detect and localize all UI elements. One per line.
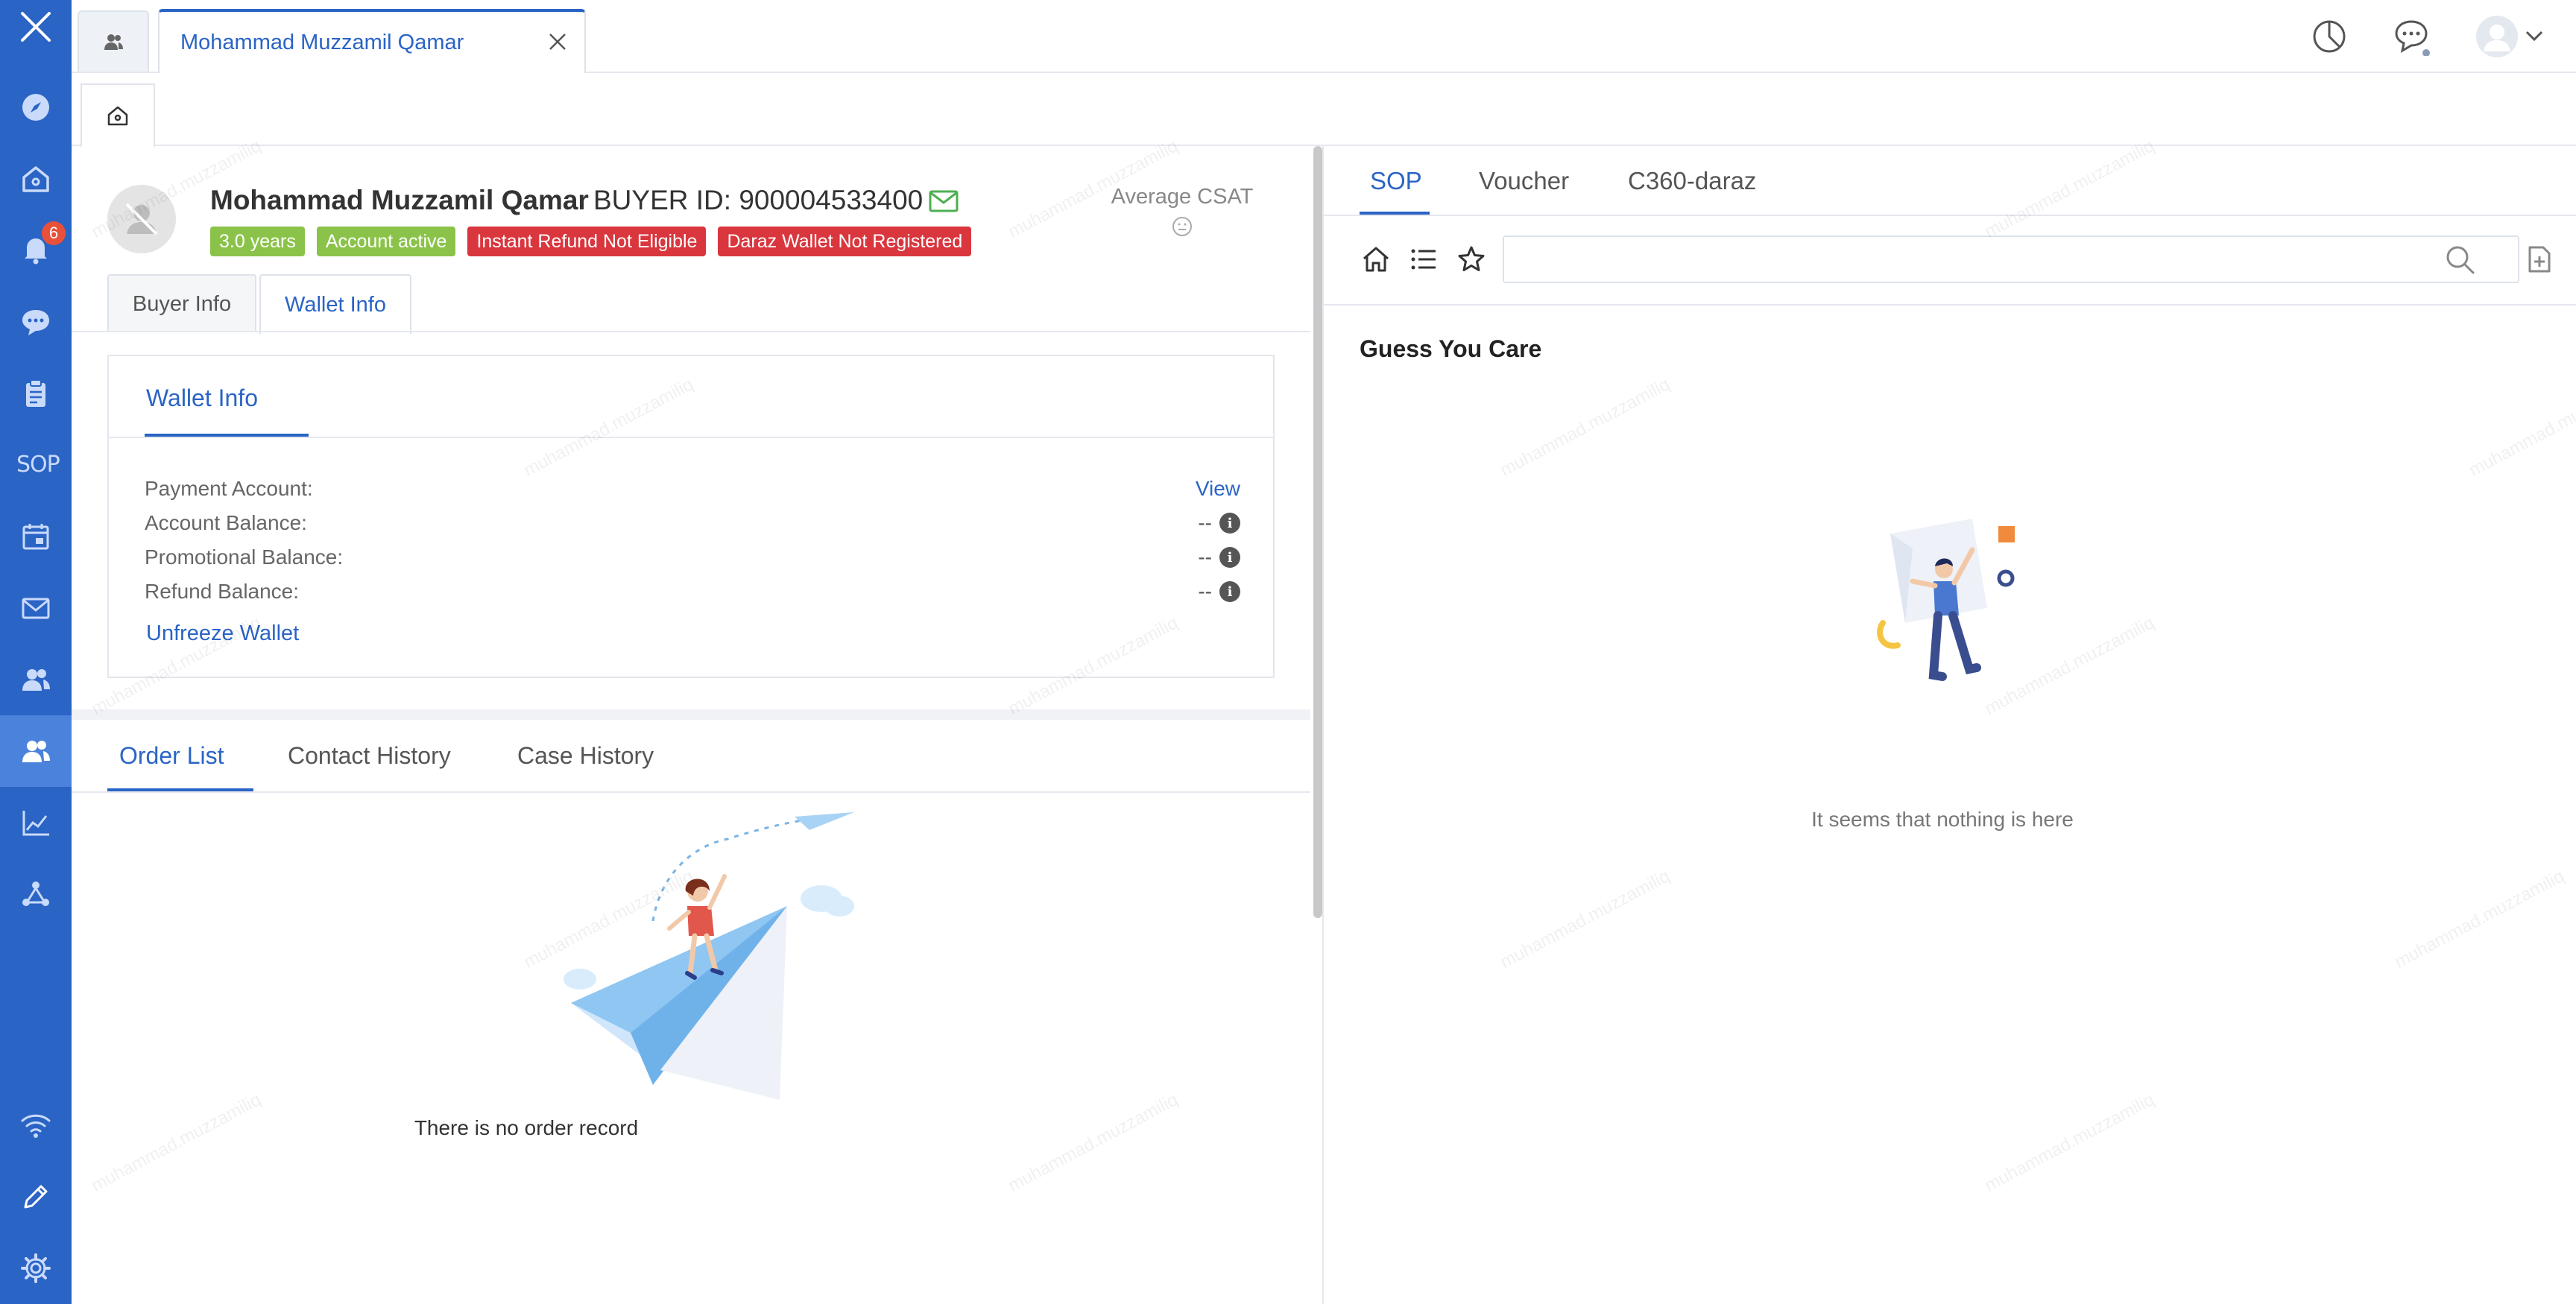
- buyer-id: BUYER ID: 900004533400: [593, 185, 924, 215]
- tab-customer[interactable]: Mohammad Muzzamil Qamar: [158, 9, 586, 73]
- no-avatar-icon: [125, 203, 158, 235]
- tab-contact-history[interactable]: Contact History: [288, 742, 451, 770]
- customer-panel: Mohammad Muzzamil Qamar BUYER ID: 900004…: [72, 146, 1324, 1304]
- chart-line-icon[interactable]: [18, 805, 54, 841]
- contacts-icon: [104, 34, 123, 50]
- payment-account-row: Payment Account: View: [145, 477, 1240, 501]
- info-icon[interactable]: i: [1219, 581, 1240, 602]
- toolbar-divider: [1324, 304, 2576, 306]
- refund-balance-label: Refund Balance:: [145, 580, 300, 603]
- avatar: [107, 185, 176, 253]
- network-icon[interactable]: [18, 876, 54, 912]
- tab-c360-daraz[interactable]: C360-daraz: [1628, 167, 1756, 195]
- info-icon[interactable]: i: [1219, 547, 1240, 568]
- wifi-icon[interactable]: [18, 1107, 54, 1143]
- chat-icon[interactable]: [18, 304, 54, 340]
- gear-icon[interactable]: [18, 1250, 54, 1286]
- tab-wallet-info[interactable]: Wallet Info: [259, 274, 411, 334]
- wallet-divider: [109, 437, 1273, 438]
- payment-account-label: Payment Account:: [145, 477, 313, 500]
- sop-search-input[interactable]: [1503, 235, 2519, 283]
- customer-tags: 3.0 years Account active Instant Refund …: [210, 227, 972, 256]
- tab-divider: [72, 331, 1310, 332]
- payment-account-view-link[interactable]: View: [1196, 477, 1240, 501]
- logo-icon[interactable]: [18, 9, 54, 45]
- wallet-card-title[interactable]: Wallet Info: [146, 384, 258, 412]
- message-icon[interactable]: [2390, 15, 2433, 58]
- user-menu[interactable]: [2475, 15, 2549, 58]
- unfreeze-wallet-link[interactable]: Unfreeze Wallet: [146, 621, 299, 646]
- order-empty-text: There is no order record: [414, 1116, 639, 1139]
- notification-badge: 6: [42, 221, 66, 245]
- knowledge-panel: SOP Voucher C360-daraz Guess You Care It…: [1324, 146, 2576, 1304]
- promotional-balance-value: --: [1198, 545, 1212, 569]
- pencil-icon[interactable]: [18, 1179, 54, 1215]
- close-icon[interactable]: [547, 31, 568, 52]
- home-icon[interactable]: [18, 161, 54, 197]
- guess-you-care-title: Guess You Care: [1360, 335, 1542, 362]
- calendar-icon[interactable]: [18, 519, 54, 554]
- top-bar: Mohammad Muzzamil Qamar: [72, 0, 2576, 73]
- right-tab-divider: [1324, 215, 2576, 216]
- tag-wallet-status: Daraz Wallet Not Registered: [718, 227, 972, 256]
- average-csat: Average CSAT: [1041, 185, 1324, 238]
- info-icon[interactable]: i: [1219, 513, 1240, 534]
- sop-empty-text: It seems that nothing is here: [1811, 808, 2074, 831]
- csat-label: Average CSAT: [1111, 185, 1254, 209]
- paper-plane-illustration: [564, 812, 854, 1100]
- sidebar-sop-label[interactable]: SOP: [16, 452, 60, 478]
- list-icon[interactable]: [1407, 243, 1440, 276]
- pie-chart-icon[interactable]: [2308, 15, 2351, 58]
- tab-customer-label: Mohammad Muzzamil Qamar: [180, 30, 464, 54]
- clipboard-icon[interactable]: [18, 376, 54, 411]
- wallet-card: Wallet Info Payment Account: View Accoun…: [107, 355, 1275, 678]
- new-document-icon[interactable]: [2522, 243, 2555, 276]
- account-balance-row: Account Balance: -- i: [145, 511, 1240, 535]
- left-panel-scrollbar[interactable]: [1313, 146, 1322, 918]
- compass-icon[interactable]: [18, 89, 54, 125]
- tab-contacts[interactable]: [78, 10, 149, 72]
- star-icon[interactable]: [1455, 243, 1488, 276]
- users-icon[interactable]: [18, 662, 54, 697]
- left-nav-sidebar: 6 SOP: [0, 0, 72, 1304]
- tab-case-history[interactable]: Case History: [517, 742, 654, 770]
- tag-refund-eligibility: Instant Refund Not Eligible: [467, 227, 707, 256]
- search-icon[interactable]: [2443, 243, 2476, 276]
- sub-tab-bar: [72, 73, 2576, 148]
- tab-voucher[interactable]: Voucher: [1479, 167, 1569, 195]
- promotional-balance-label: Promotional Balance:: [145, 545, 344, 569]
- account-balance-label: Account Balance:: [145, 511, 307, 534]
- tab-buyer-info[interactable]: Buyer Info: [107, 274, 256, 332]
- workspace-home-tab[interactable]: [80, 83, 155, 148]
- tag-tenure: 3.0 years: [210, 227, 305, 256]
- empty-state-illustration: [1877, 519, 2015, 681]
- customer-icon[interactable]: [0, 715, 72, 787]
- tab-order-list[interactable]: Order List: [119, 742, 224, 770]
- tag-account-status: Account active: [316, 227, 456, 256]
- home-icon: [107, 106, 128, 126]
- section-gap: [72, 709, 1310, 720]
- customer-name: Mohammad Muzzamil Qamar: [210, 185, 589, 215]
- promotional-balance-row: Promotional Balance: -- i: [145, 545, 1240, 569]
- mail-icon[interactable]: [18, 590, 54, 626]
- email-verified-icon[interactable]: [929, 189, 959, 213]
- refund-balance-value: --: [1198, 580, 1212, 603]
- account-balance-value: --: [1198, 511, 1212, 534]
- refund-balance-row: Refund Balance: -- i: [145, 580, 1240, 604]
- neutral-face-icon: [1172, 217, 1192, 236]
- tab-sop[interactable]: SOP: [1370, 167, 1422, 195]
- home-icon[interactable]: [1360, 243, 1392, 276]
